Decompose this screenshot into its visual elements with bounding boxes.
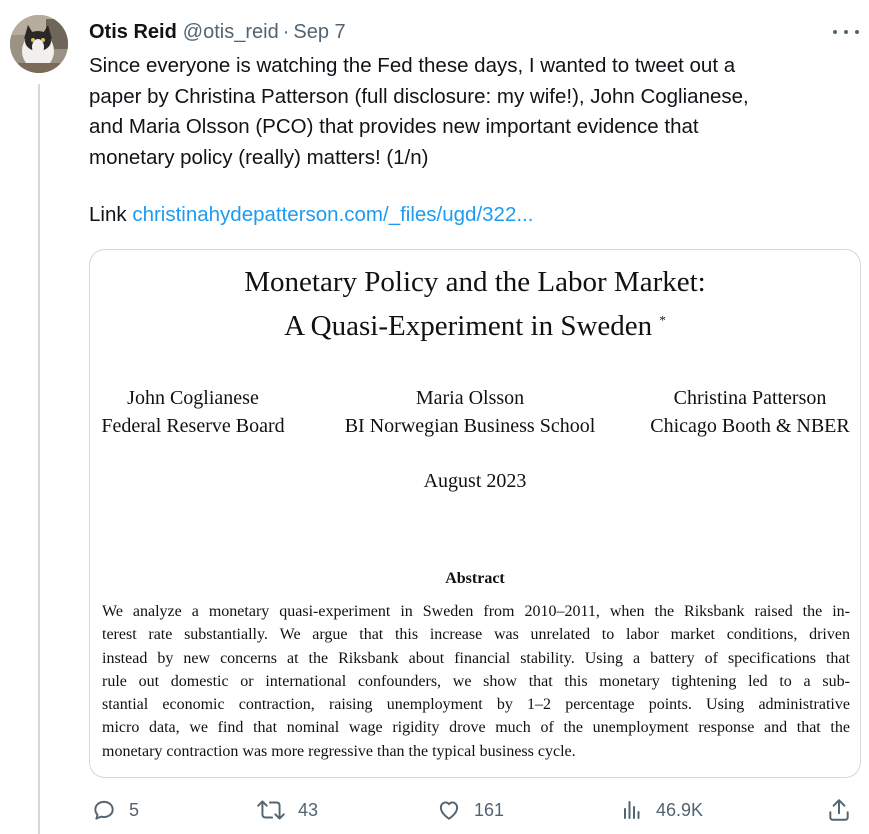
paper-link[interactable]: christinahydepatterson.com/_files/ugd/32…: [132, 203, 533, 226]
author-affiliation: BI Norwegian Business School: [344, 415, 596, 437]
paper-title-mark: *: [659, 312, 666, 328]
author-handle[interactable]: @otis_reid: [183, 21, 279, 44]
thread-line: [38, 84, 40, 834]
author-block: Christina Patterson Chicago Booth & NBER: [646, 384, 854, 440]
abstract-body: We analyze a monetary quasi-experiment in Swed…: [102, 600, 850, 763]
author-block: Maria Olsson BI Norwegian Business Schoo…: [338, 384, 602, 440]
abstract-line: micro data, we find that nominal wage rigidity d…: [102, 719, 850, 737]
author-block: John Coglianese Federal Reserve Board: [98, 384, 288, 440]
views-count: 46.9K: [656, 799, 704, 820]
link-prefix: Link: [89, 203, 127, 226]
tweet-text: Since everyone is watching the Fed these…: [89, 51, 849, 173]
repost-count: 43: [298, 799, 319, 820]
link-line: Link christinahydepatterson.com/_files/u…: [89, 200, 533, 230]
abstract-line: instead by new concerns at the Riksbank about fi…: [102, 649, 850, 667]
paper-title-line2-row: A Quasi-Experiment in Sweden *: [90, 310, 860, 343]
more-icon[interactable]: [833, 24, 859, 40]
reply-button[interactable]: 5: [91, 797, 139, 823]
tweet-text-line: Since everyone is watching the Fed these…: [89, 54, 736, 77]
repost-button[interactable]: 43: [256, 797, 318, 823]
views-icon: [624, 801, 640, 819]
author-name: John Coglianese: [127, 387, 259, 409]
tweet-text-line: paper by Christina Patterson (full discl…: [89, 84, 749, 108]
share-button[interactable]: [826, 797, 852, 823]
tweet-date[interactable]: Sep 7: [293, 21, 345, 44]
share-icon: [829, 799, 849, 821]
like-button[interactable]: 161: [436, 797, 504, 823]
tweet-text-line: monetary policy (really) matters! (1/n): [89, 145, 429, 169]
paper-date: August 2023: [423, 470, 527, 492]
like-count: 161: [474, 799, 505, 820]
avatar[interactable]: [10, 15, 68, 73]
abstract-line: terest rate substantially. We argue that this i…: [102, 626, 850, 644]
views-button[interactable]: 46.9K: [620, 797, 703, 823]
author-name: Maria Olsson: [415, 387, 525, 409]
author-affiliation: Chicago Booth & NBER: [650, 415, 850, 437]
repost-icon: [257, 800, 285, 820]
author-name[interactable]: Otis Reid: [89, 21, 177, 44]
reply-icon: [94, 800, 114, 820]
separator-dot: ·: [282, 20, 290, 43]
abstract-line: We analyze a monetary quasi-experiment in Swed…: [102, 603, 850, 620]
paper-title-line1: Monetary Policy and the Labor Market:: [244, 266, 706, 298]
media-card[interactable]: Monetary Policy and the Labor Market: A …: [89, 249, 861, 778]
author-name: Christina Patterson: [673, 387, 827, 409]
action-bar: 5 43 161 46.9K: [0, 797, 869, 829]
like-icon: [439, 801, 459, 820]
reply-count: 5: [129, 799, 140, 820]
tweet-text-line: and Maria Olsson (PCO) that provides new…: [89, 115, 699, 138]
paper-title-line2: A Quasi-Experiment in Sweden: [284, 310, 653, 342]
abstract-line: rule out domestic or international confounder…: [102, 672, 850, 690]
tweet-header: Otis Reid @otis_reid · Sep 7: [89, 18, 346, 46]
abstract-line: monetary contraction was more regressive…: [102, 742, 576, 760]
author-affiliation: Federal Reserve Board: [101, 415, 285, 437]
abstract-line: stantial economic contraction, raising unemp…: [102, 696, 850, 714]
abstract-heading: Abstract: [445, 570, 505, 587]
